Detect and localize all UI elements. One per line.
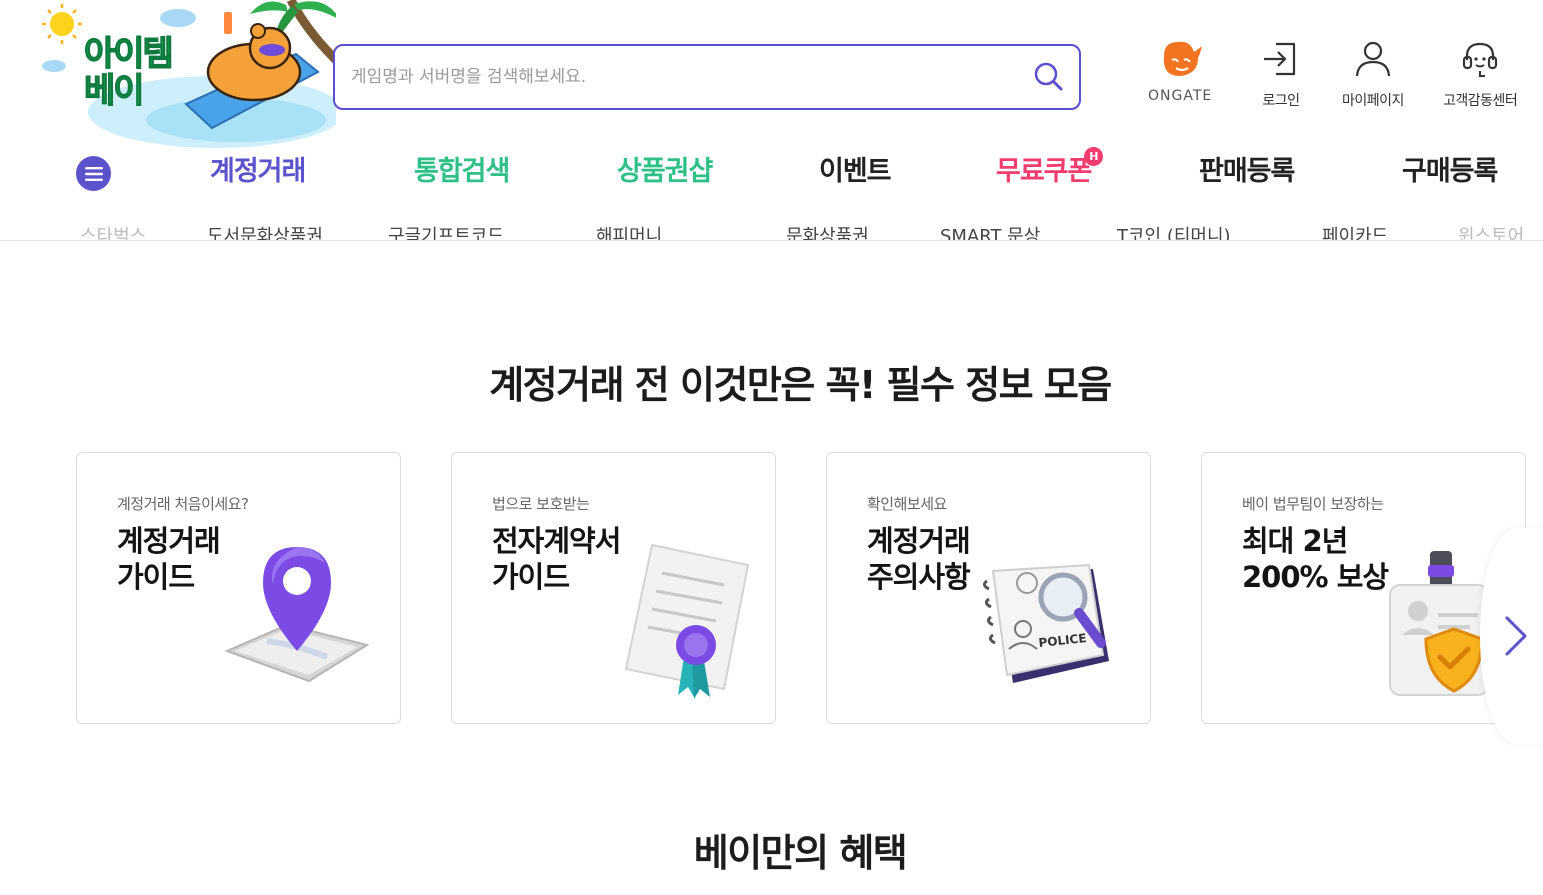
ticker-item[interactable]: 페이카드: [1322, 226, 1388, 240]
ongate-label: ONGATE: [1148, 88, 1213, 104]
user-icon: [1355, 41, 1391, 77]
logo-text: 아이템 베이: [83, 34, 174, 111]
search-icon: [1034, 62, 1063, 91]
card-title: 최대 2년 200% 보상: [1242, 524, 1389, 594]
certificate-icon: [624, 543, 750, 699]
ticker-item[interactable]: 문화상품권: [786, 226, 869, 240]
nav-integrated-search[interactable]: 통합검색: [414, 151, 510, 193]
card-trade-guide[interactable]: 계정거래 처음이세요? 계정거래 가이드: [76, 452, 401, 724]
headset-icon: [1463, 42, 1498, 77]
hamburger-menu-button[interactable]: [76, 156, 111, 191]
ongate-logo-icon: [1163, 41, 1203, 76]
nav-event[interactable]: 이벤트: [819, 151, 892, 193]
login-link[interactable]: 로그인: [1260, 38, 1302, 110]
nav-free-coupon-label: 무료쿠폰: [996, 156, 1092, 187]
card-title: 계정거래 주의사항: [867, 524, 971, 594]
ongate-link[interactable]: ONGATE: [1148, 38, 1212, 104]
logo-text-line2: 베이: [83, 71, 145, 111]
mypage-label: 마이페이지: [1342, 93, 1404, 109]
hot-badge: H: [1084, 147, 1104, 166]
card-subtitle: 계정거래 처음이세요?: [117, 495, 249, 513]
card-title: 계정거래 가이드: [117, 524, 221, 594]
page: 아이템 베이 ONGATE 로그인: [0, 0, 1543, 895]
nav-divider: [0, 240, 1543, 241]
search-button[interactable]: [1019, 46, 1079, 108]
nav-sell-register[interactable]: 판매등록: [1199, 151, 1295, 193]
card-compensation[interactable]: 베이 법무팀이 보장하는 최대 2년 200% 보상: [1201, 452, 1526, 724]
logo-text-line1: 아이템: [83, 34, 174, 74]
card-subtitle: 확인해보세요: [867, 495, 947, 513]
ticker-item[interactable]: SMART 문상: [940, 226, 1040, 240]
ticker-item[interactable]: T코인 (티머니): [1117, 226, 1231, 240]
card-trade-caution[interactable]: 확인해보세요 계정거래 주의사항 POLICE: [826, 452, 1151, 724]
info-section-title: 계정거래 전 이것만은 꼭! 필수 정보 모음: [489, 363, 1112, 407]
card-subtitle: 베이 법무팀이 보장하는: [1242, 495, 1384, 513]
logo[interactable]: 아이템 베이: [36, 0, 344, 150]
giftcard-ticker: 스타벅스 도서문화상품권 구글기프트코드 해피머니 문화상품권 SMART 문상…: [0, 226, 1543, 240]
card-title: 전자계약서 가이드: [492, 524, 621, 594]
card-subtitle: 법으로 보호받는: [492, 495, 590, 513]
customer-center-link[interactable]: 고객감동센터: [1443, 38, 1518, 110]
ticker-item[interactable]: 해피머니: [596, 226, 662, 240]
benefit-section-title: 베이만의 혜택: [693, 831, 908, 875]
ticker-item[interactable]: 스타벅스: [80, 226, 146, 240]
card-e-contract-guide[interactable]: 법으로 보호받는 전자계약서 가이드: [451, 452, 776, 724]
nav-free-coupon[interactable]: 무료쿠폰 H: [996, 147, 1104, 193]
ticker-item[interactable]: 윈스토어: [1458, 226, 1524, 240]
map-pin-icon: [224, 547, 370, 683]
nav-buy-register[interactable]: 구매등록: [1402, 151, 1498, 193]
hamburger-icon: [84, 166, 103, 181]
nav-account-trade[interactable]: 계정거래: [210, 151, 306, 193]
police-notebook-icon: POLICE: [982, 563, 1109, 683]
login-icon: [1264, 42, 1296, 76]
login-label: 로그인: [1262, 93, 1300, 109]
mypage-link[interactable]: 마이페이지: [1342, 38, 1404, 110]
ticker-item[interactable]: 구글기프트코드: [388, 226, 504, 240]
chevron-right-icon: [1505, 616, 1527, 656]
carousel-next-button[interactable]: [1480, 528, 1543, 744]
search-input[interactable]: [335, 46, 1019, 108]
search-bar: [333, 44, 1081, 110]
logo-illustration: [42, 0, 344, 148]
nav-giftcard-shop[interactable]: 상품권샵: [617, 151, 713, 193]
customer-center-label: 고객감동센터: [1443, 93, 1518, 109]
ticker-item[interactable]: 도서문화상품권: [207, 226, 323, 240]
